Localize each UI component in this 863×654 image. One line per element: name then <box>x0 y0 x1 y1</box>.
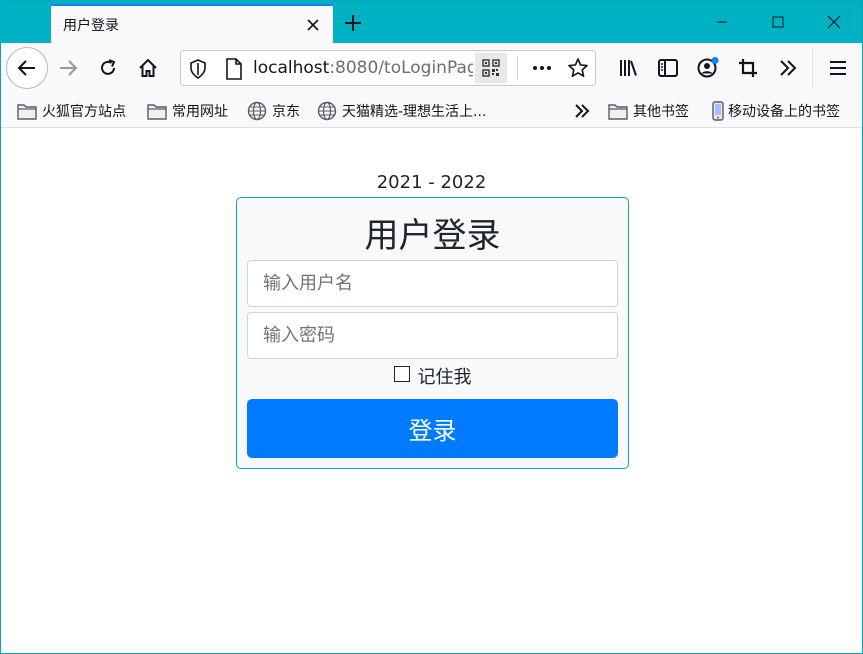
arrow-right-icon <box>60 60 78 76</box>
url-bar[interactable]: localhost:8080/toLoginPag <box>180 50 596 86</box>
url-path: :8080/toLoginPag <box>329 58 473 78</box>
bookmark-label: 火狐官方站点 <box>42 104 126 120</box>
minimize-button[interactable] <box>694 1 750 43</box>
bookmark-item[interactable]: 移动设备上的书签 <box>711 100 840 122</box>
bookmark-item[interactable]: 京东 <box>247 100 300 122</box>
password-input[interactable] <box>247 312 618 359</box>
bookmark-star-icon[interactable] <box>567 57 589 83</box>
qr-code-icon[interactable] <box>475 53 507 83</box>
arrow-left-icon <box>17 60 35 76</box>
bookmark-item[interactable]: 其他书签 <box>608 100 689 122</box>
bookmark-label: 天猫精选-理想生活上... <box>342 104 487 120</box>
new-tab-button[interactable] <box>339 9 367 37</box>
tab-title: 用户登录 <box>63 17 119 34</box>
folder-icon <box>17 104 37 120</box>
page-content: 2021 - 2022 用户登录 记住我 登录 <box>1 129 862 653</box>
main-menu-button[interactable] <box>822 52 854 84</box>
url-divider <box>517 57 518 79</box>
bookmark-label: 京东 <box>272 104 300 120</box>
bookmark-item[interactable]: 天猫精选-理想生活上... <box>317 100 486 122</box>
title-bar: 用户登录 <box>1 1 862 43</box>
tracking-shield-icon[interactable] <box>189 59 207 83</box>
close-icon <box>827 15 841 29</box>
chevron-double-right-icon <box>575 104 590 118</box>
browser-window: 用户登录 localhost:8080/toLoginPag 火狐官方站点 常用… <box>0 0 863 654</box>
globe-icon <box>317 101 337 121</box>
folder-icon <box>147 104 167 120</box>
screenshot-button[interactable] <box>732 52 764 84</box>
hamburger-menu-icon <box>830 61 846 75</box>
close-window-button[interactable] <box>806 1 862 43</box>
year-range: 2021 - 2022 <box>376 172 487 193</box>
maximize-icon <box>772 16 784 28</box>
home-icon <box>139 58 157 77</box>
nav-toolbar: localhost:8080/toLoginPag <box>1 43 862 94</box>
login-form: 用户登录 记住我 登录 <box>236 197 629 469</box>
bookmark-item[interactable]: 火狐官方站点 <box>17 100 126 122</box>
chevron-double-right-icon <box>780 60 797 76</box>
plus-icon <box>345 15 361 31</box>
reload-icon <box>101 59 116 75</box>
home-button[interactable] <box>132 52 164 84</box>
tab-close-icon[interactable] <box>301 13 325 37</box>
login-title: 用户登录 <box>364 216 501 256</box>
maximize-button[interactable] <box>750 1 806 43</box>
bookmark-label: 移动设备上的书签 <box>728 104 840 120</box>
folder-icon <box>608 104 628 120</box>
toolbar-divider <box>812 47 813 89</box>
remember-me-label: 记住我 <box>417 367 472 388</box>
sidebar-icon <box>658 59 678 77</box>
globe-icon <box>247 101 267 121</box>
page-info-icon[interactable] <box>225 58 243 84</box>
account-icon <box>697 57 719 78</box>
more-actions-icon[interactable] <box>531 57 553 83</box>
overflow-menu-button[interactable] <box>772 52 804 84</box>
sidebar-button[interactable] <box>652 52 684 84</box>
bookmarks-toolbar: 火狐官方站点 常用网址 京东 天猫精选-理想生活上... 其他书签 移动设备上的… <box>1 94 862 128</box>
mobile-icon <box>712 101 724 121</box>
bookmark-label: 常用网址 <box>172 104 228 120</box>
minimize-icon <box>717 21 727 23</box>
username-input[interactable] <box>247 260 618 307</box>
library-button[interactable] <box>612 52 644 84</box>
back-button[interactable] <box>6 47 48 89</box>
tab-login[interactable]: 用户登录 <box>51 4 333 43</box>
bookmark-label: 其他书签 <box>633 104 689 120</box>
crop-icon <box>739 59 757 77</box>
url-host: localhost <box>253 58 330 78</box>
reload-button[interactable] <box>92 52 124 84</box>
remember-me[interactable]: 记住我 <box>237 363 628 389</box>
login-button[interactable]: 登录 <box>247 399 618 458</box>
url-text[interactable]: localhost:8080/toLoginPag <box>253 58 473 78</box>
remember-me-checkbox[interactable] <box>393 366 410 382</box>
bookmarks-overflow-button[interactable] <box>572 100 597 122</box>
bookmark-item[interactable]: 常用网址 <box>147 100 228 122</box>
account-button[interactable] <box>692 52 724 84</box>
library-icon <box>620 60 637 76</box>
forward-button[interactable] <box>52 52 84 84</box>
